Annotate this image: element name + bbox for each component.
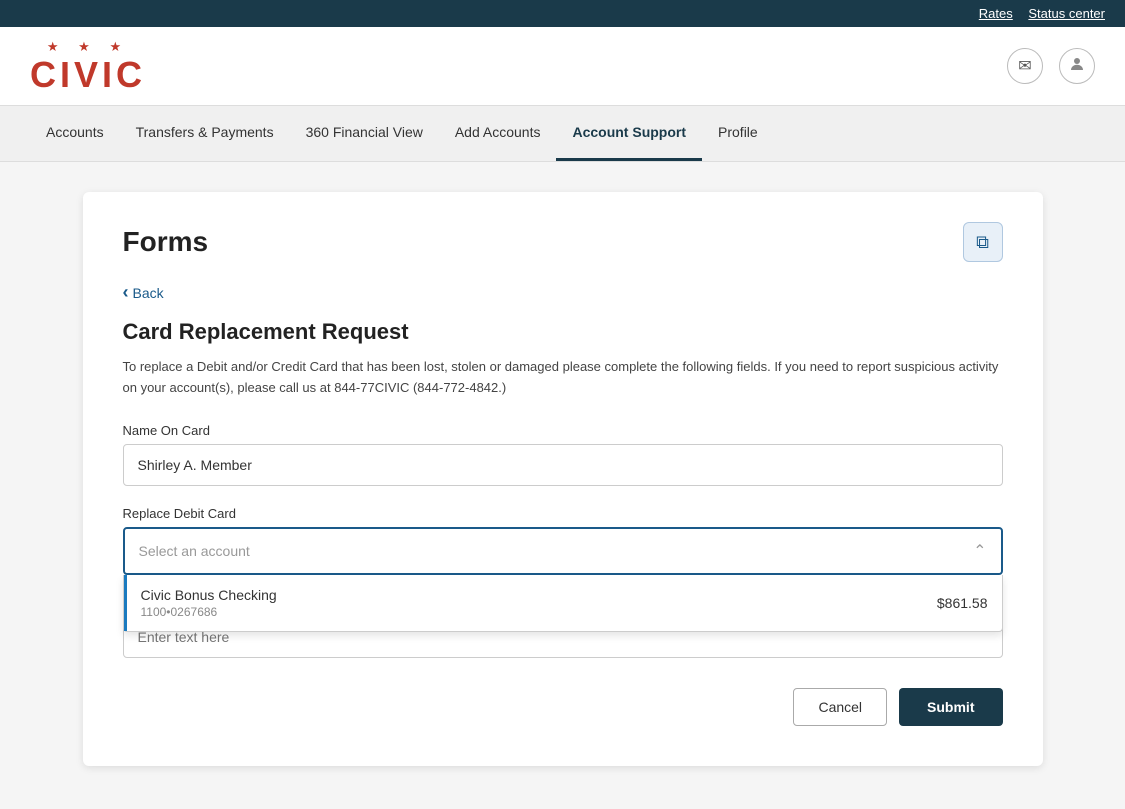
nav-item-transfers[interactable]: Transfers & Payments: [120, 106, 290, 161]
name-on-card-group: Name On Card: [123, 423, 1003, 486]
chevron-up-icon: [973, 541, 986, 561]
user-profile-button[interactable]: [1059, 48, 1095, 84]
dropdown-item-name: Civic Bonus Checking: [141, 587, 277, 603]
name-on-card-input[interactable]: [123, 444, 1003, 486]
cancel-button[interactable]: Cancel: [793, 688, 887, 726]
mail-icon: ✉: [1018, 56, 1031, 76]
form-description: To replace a Debit and/or Credit Card th…: [123, 357, 1003, 399]
top-bar: Rates Status center: [0, 0, 1125, 27]
mail-button[interactable]: ✉: [1007, 48, 1043, 84]
logo: ★ ★ ★ CIVIC: [30, 39, 146, 93]
dropdown-item-account: 1100•0267686: [141, 605, 277, 619]
header-icons: ✉: [1007, 48, 1095, 84]
dropdown-item-checking[interactable]: Civic Bonus Checking 1100•0267686 $861.5…: [124, 575, 1002, 631]
form-actions: Cancel Submit: [123, 688, 1003, 726]
nav-item-add-accounts[interactable]: Add Accounts: [439, 106, 557, 161]
page-title: Forms: [123, 226, 209, 258]
chevron-left-icon: [123, 282, 129, 303]
back-link[interactable]: Back: [123, 282, 164, 303]
select-account-wrapper: Select an account Civic Bonus Checking 1…: [123, 527, 1003, 575]
forms-header: Forms ⧉: [123, 222, 1003, 262]
replace-debit-card-label: Replace Debit Card: [123, 506, 1003, 521]
status-center-link[interactable]: Status center: [1028, 6, 1105, 21]
nav-item-financial[interactable]: 360 Financial View: [290, 106, 439, 161]
copy-icon: ⧉: [976, 232, 989, 253]
dropdown-item-balance: $861.58: [937, 595, 988, 611]
logo-text: CIVIC: [30, 57, 146, 93]
rates-link[interactable]: Rates: [979, 6, 1013, 21]
logo-stars: ★ ★ ★: [47, 39, 129, 55]
submit-button[interactable]: Submit: [899, 688, 1002, 726]
user-icon: [1068, 55, 1086, 78]
main-nav: Accounts Transfers & Payments 360 Financ…: [0, 106, 1125, 162]
name-on-card-label: Name On Card: [123, 423, 1003, 438]
form-title: Card Replacement Request: [123, 319, 1003, 345]
copy-icon-button[interactable]: ⧉: [963, 222, 1003, 262]
header: ★ ★ ★ CIVIC ✉: [0, 27, 1125, 106]
account-dropdown-menu: Civic Bonus Checking 1100•0267686 $861.5…: [123, 575, 1003, 632]
replace-debit-card-group: Replace Debit Card Select an account Civ…: [123, 506, 1003, 575]
nav-item-accounts[interactable]: Accounts: [30, 106, 120, 161]
main-content: Forms ⧉ Back Card Replacement Request To…: [83, 192, 1043, 766]
nav-item-profile[interactable]: Profile: [702, 106, 774, 161]
select-placeholder: Select an account: [139, 543, 250, 559]
nav-item-account-support[interactable]: Account Support: [556, 106, 702, 161]
select-account-button[interactable]: Select an account: [123, 527, 1003, 575]
